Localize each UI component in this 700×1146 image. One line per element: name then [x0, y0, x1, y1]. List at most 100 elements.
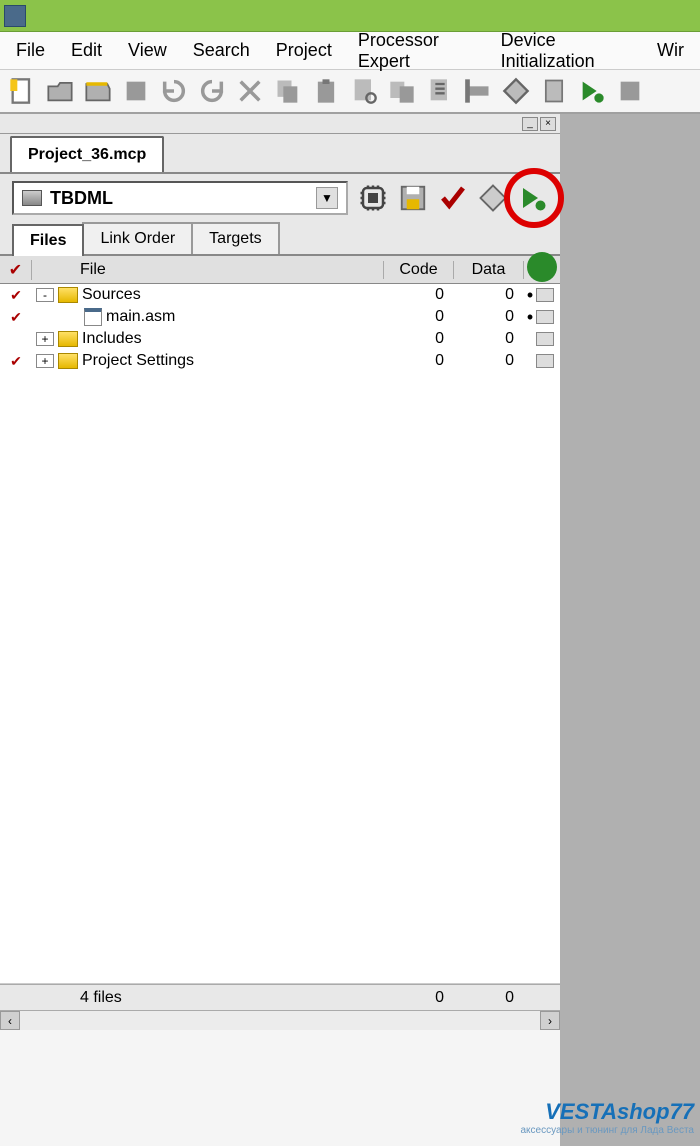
row-menu-icon[interactable]	[536, 310, 560, 324]
menu-view[interactable]: View	[118, 34, 177, 67]
stop-square-button[interactable]	[616, 77, 644, 105]
folder-icon	[58, 331, 78, 347]
diamond-button[interactable]	[502, 77, 530, 105]
save-button[interactable]	[84, 77, 112, 105]
menu-edit[interactable]: Edit	[61, 34, 112, 67]
row-code: 0	[384, 352, 454, 370]
row-code: 0	[384, 308, 454, 326]
header-check-icon[interactable]: ✔	[0, 260, 32, 280]
header-code[interactable]: Code	[384, 261, 454, 279]
row-data: 0	[454, 352, 524, 370]
row-menu-icon[interactable]	[536, 332, 560, 346]
summary-code: 0	[384, 989, 454, 1007]
table-row[interactable]: ✔ + Project Settings 0 0	[0, 350, 560, 372]
dropdown-arrow-icon[interactable]: ▼	[316, 187, 338, 209]
file-tree: ✔ - Sources 0 0 • ✔ main.asm 0 0	[0, 284, 560, 984]
table-row[interactable]: + Includes 0 0	[0, 328, 560, 350]
collapse-icon[interactable]: -	[36, 288, 54, 302]
folder-icon	[58, 353, 78, 369]
menu-processor-expert[interactable]: Processor Expert	[348, 24, 485, 78]
row-name: Sources	[82, 286, 384, 304]
project-toolbar: TBDML ▼	[0, 172, 560, 222]
row-menu-icon[interactable]	[536, 288, 560, 302]
row-name: Includes	[82, 330, 384, 348]
settings-chip-button[interactable]	[358, 183, 388, 213]
header-file[interactable]: File	[32, 261, 384, 279]
main-toolbar	[0, 70, 700, 114]
folder-icon	[58, 287, 78, 303]
check-icon: ✔	[0, 309, 32, 326]
find-button[interactable]	[350, 77, 378, 105]
menu-file[interactable]: File	[6, 34, 55, 67]
chip-icon	[22, 190, 42, 206]
horizontal-scrollbar[interactable]: ‹ ›	[0, 1010, 560, 1030]
row-name: Project Settings	[82, 352, 384, 370]
scroll-right-icon[interactable]: ›	[540, 1011, 560, 1030]
stop-button[interactable]	[122, 77, 150, 105]
target-select[interactable]: TBDML ▼	[12, 181, 348, 215]
minimize-icon[interactable]: _	[522, 117, 538, 131]
file-list-header: ✔ File Code Data	[0, 256, 560, 284]
target-name: TBDML	[50, 188, 308, 209]
tab-files[interactable]: Files	[12, 224, 84, 256]
summary-data: 0	[454, 989, 524, 1007]
row-data: 0	[454, 286, 524, 304]
undo-button[interactable]	[160, 77, 188, 105]
watermark: VESTAshop77 аксессуары и тюнинг для Лада…	[520, 1099, 694, 1136]
copy-button[interactable]	[274, 77, 302, 105]
table-row[interactable]: ✔ main.asm 0 0 •	[0, 306, 560, 328]
table-row[interactable]: ✔ - Sources 0 0 •	[0, 284, 560, 306]
save-disk-button[interactable]	[398, 183, 428, 213]
doc-button[interactable]	[540, 77, 568, 105]
build-hammer-button[interactable]	[478, 183, 508, 213]
scroll-track[interactable]	[20, 1011, 540, 1030]
expand-icon[interactable]: +	[36, 332, 54, 346]
menu-project[interactable]: Project	[266, 34, 342, 67]
doc-tab-row: Project_36.mcp	[0, 134, 560, 172]
file-icon	[84, 308, 102, 326]
row-code: 0	[384, 330, 454, 348]
marker-button[interactable]	[464, 77, 492, 105]
row-data: 0	[454, 330, 524, 348]
row-name: main.asm	[106, 308, 384, 326]
empty-workspace	[560, 114, 700, 1146]
new-doc-button[interactable]	[8, 77, 36, 105]
menu-device-initialization[interactable]: Device Initialization	[491, 24, 641, 78]
open-button[interactable]	[46, 77, 74, 105]
tab-targets[interactable]: Targets	[191, 222, 279, 254]
debug-arrow-button[interactable]	[578, 77, 606, 105]
document-panel: _ × Project_36.mcp TBDML ▼ Files Link Or…	[0, 114, 560, 1146]
menu-bar: File Edit View Search Project Processor …	[0, 32, 700, 70]
app-icon	[4, 5, 26, 27]
watermark-title: VESTAshop77	[520, 1099, 694, 1125]
menu-window-truncated[interactable]: Wir	[647, 34, 694, 67]
scroll-left-icon[interactable]: ‹	[0, 1011, 20, 1030]
tab-link-order[interactable]: Link Order	[82, 222, 193, 254]
check-button[interactable]	[438, 183, 468, 213]
cut-button[interactable]	[236, 77, 264, 105]
close-icon[interactable]: ×	[540, 117, 556, 131]
paste-button[interactable]	[312, 77, 340, 105]
row-dot: •	[524, 312, 536, 322]
replace-button[interactable]	[388, 77, 416, 105]
watermark-subtitle: аксессуары и тюнинг для Лада Веста	[520, 1125, 694, 1136]
header-data[interactable]: Data	[454, 261, 524, 279]
redo-button[interactable]	[198, 77, 226, 105]
run-debug-button[interactable]	[518, 183, 548, 213]
check-icon: ✔	[0, 353, 32, 370]
sub-tabs: Files Link Order Targets	[0, 222, 560, 256]
check-icon: ✔	[0, 287, 32, 304]
row-code: 0	[384, 286, 454, 304]
document-tab[interactable]: Project_36.mcp	[10, 136, 164, 172]
row-dot: •	[524, 290, 536, 300]
row-data: 0	[454, 308, 524, 326]
summary-files: 4 files	[32, 989, 384, 1007]
row-menu-icon[interactable]	[536, 354, 560, 368]
doc-title-strip: _ ×	[0, 114, 560, 134]
summary-bar: 4 files 0 0	[0, 984, 560, 1010]
work-area: _ × Project_36.mcp TBDML ▼ Files Link Or…	[0, 114, 700, 1146]
errors-button[interactable]	[426, 77, 454, 105]
header-more[interactable]	[524, 249, 560, 290]
menu-search[interactable]: Search	[183, 34, 260, 67]
expand-icon[interactable]: +	[36, 354, 54, 368]
